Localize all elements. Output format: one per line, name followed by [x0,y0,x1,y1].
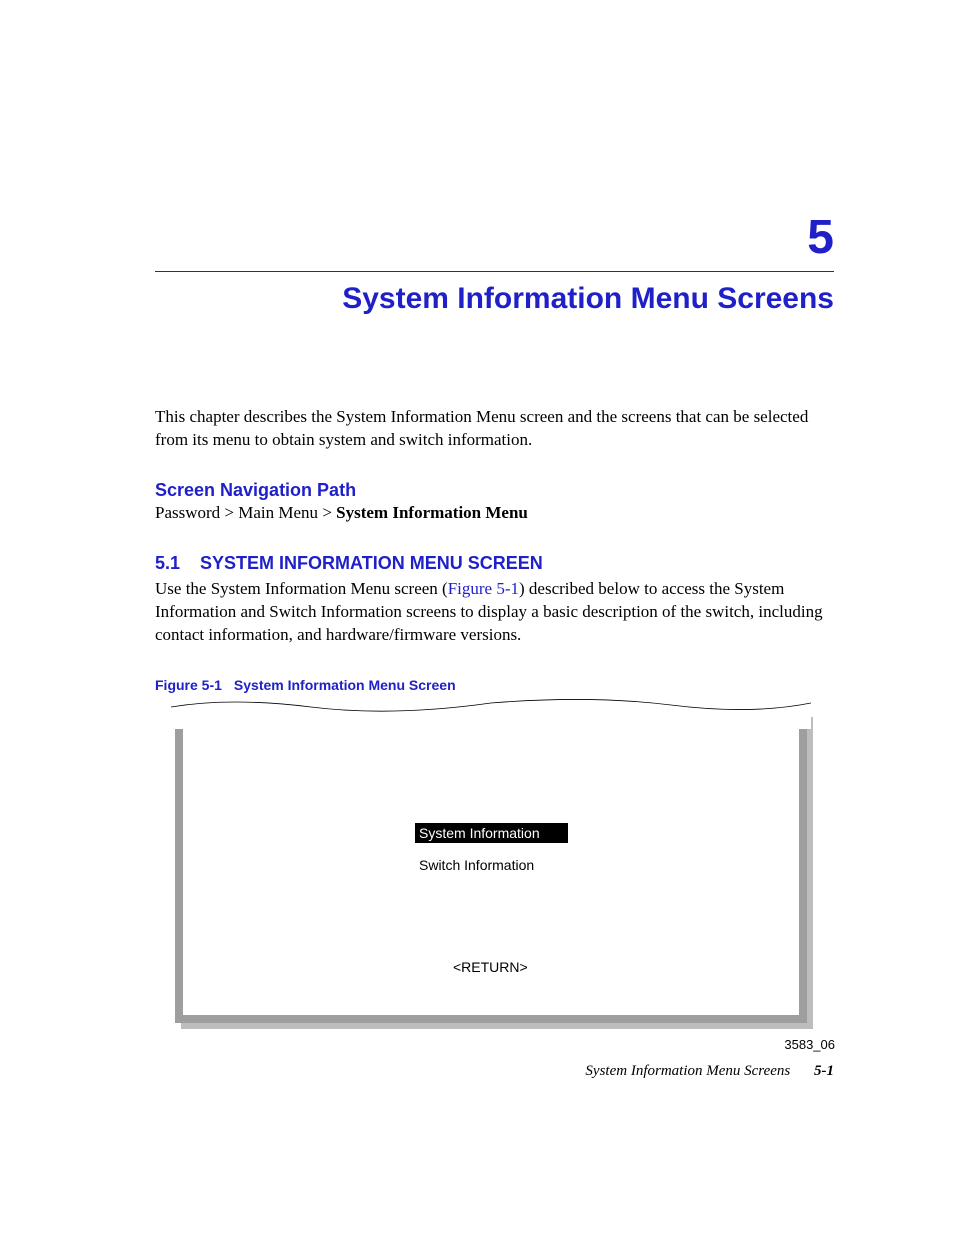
torn-edge-icon [171,689,811,729]
figure-xref-link[interactable]: Figure 5-1 [448,579,519,598]
document-page: 5 System Information Menu Screens This c… [0,0,954,1235]
intro-paragraph: This chapter describes the System Inform… [155,406,834,452]
chapter-number: 5 [155,210,834,265]
screen-return: <RETURN> [453,959,528,975]
menu-item-selected: System Information [415,823,568,843]
screen-menu: System Information Switch Information [415,823,568,887]
nav-path-prefix: Password > Main Menu [155,503,318,522]
nav-path-heading: Screen Navigation Path [155,480,834,501]
footer-text: System Information Menu Screens [585,1063,790,1079]
footer-page-number: 5-1 [814,1063,834,1079]
section-body: Use the System Information Menu screen (… [155,578,834,647]
terminal-screen-figure: System Information Switch Information <R… [175,711,815,1031]
chapter-title: System Information Menu Screens [155,282,834,316]
chapter-rule [155,271,834,272]
section-heading: 5.1 SYSTEM INFORMATION MENU SCREEN [155,553,834,574]
page-footer: System Information Menu Screens 5-1 [585,1063,834,1080]
menu-item: Switch Information [415,855,538,875]
nav-path: Password > Main Menu > System Informatio… [155,503,834,523]
nav-path-sep: > [318,503,336,522]
figure-id: 3583_06 [175,1037,835,1052]
screen-inner: System Information Switch Information <R… [183,719,799,1015]
section-body-pre: Use the System Information Menu screen ( [155,579,448,598]
nav-path-current: System Information Menu [336,503,528,522]
section-title: SYSTEM INFORMATION MENU SCREEN [200,553,543,573]
section-number: 5.1 [155,553,180,574]
